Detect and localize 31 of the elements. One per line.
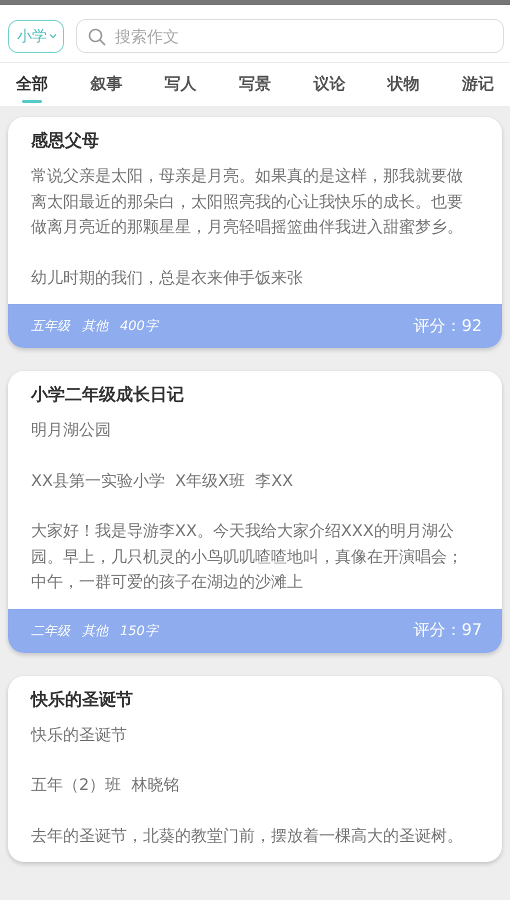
grade-label: 五年级 <box>31 318 70 335</box>
score: 评分：97 <box>414 620 482 641</box>
category-tab[interactable]: 全部 <box>16 63 48 106</box>
essay-title: 快乐的圣诞节 <box>31 688 134 712</box>
essay-excerpt: 去年的圣诞节，北葵的教堂门前，摆放着一棵高大的圣诞树。 <box>31 824 464 846</box>
score: 评分：92 <box>414 316 482 336</box>
essay-excerpt: 常说父亲是太阳，母亲是月亮。如果真的是这样，那我就要做离太阳最近的那朵白，太阳照亮我的心让我快乐的成长。也要做离月亮近的那颗星星，月亮轻唱摇篮曲伴我进入甜蜜梦乡。 <box>31 165 464 238</box>
essay-card[interactable]: 小学二年级成长日记 明月湖公园 XX县第一实验小学 X年级X班 李XX 大家好！我是导游李XX。今天我给大家介绍XXX的明月湖公园。早上，几只机灵的小鸟叽叽喳喳地叫，真像在开演唱会；中午，一群可爱的孩子在湖边的沙滩上 二年级 其他 150字 评分：97 <box>8 371 502 652</box>
essay-title: 小学二年级成长日记 <box>31 384 185 407</box>
caret-icon <box>49 33 57 39</box>
essay-excerpt: 大家好！我是导游李XX。今天我给大家介绍XXX的明月湖公园。早上，几只机灵的小鸟叽叽喳喳地叫，真像在开演唱会；中午，一群可爱的孩子在湖边的沙滩上 <box>31 520 464 593</box>
essay-excerpt: 明月湖公园 <box>31 419 112 441</box>
category-tab[interactable]: 写人 <box>164 63 197 106</box>
essay-card[interactable]: 快乐的圣诞节 快乐的圣诞节 五年（2）班 林晓铭 去年的圣诞节，北葵的教堂门前，摆放着一棵高大的圣诞树。 <box>8 676 502 862</box>
category-tab[interactable]: 状物 <box>388 63 420 106</box>
essay-title: 感恩父母 <box>31 130 100 153</box>
word-count: 150字 <box>120 622 158 640</box>
essay-excerpt: 快乐的圣诞节 <box>31 724 128 746</box>
category-label: 其他 <box>82 318 108 335</box>
word-count: 400字 <box>120 318 158 335</box>
essay-excerpt: 幼儿时期的我们，总是衣来伸手饭来张 <box>31 266 304 288</box>
essay-excerpt: 五年（2）班 林晓铭 <box>31 774 180 796</box>
category-tab[interactable]: 写景 <box>238 63 271 106</box>
essay-card[interactable]: 感恩父母 常说父亲是太阳，母亲是月亮。如果真的是这样，那我就要做离太阳最近的那朵白，太阳照亮我的心让我快乐的成长。也要做离月亮近的那颗星星，月亮轻唱摇篮曲伴我进入甜蜜梦乡。 幼儿时期的我们，总是衣来伸手饭来张 五年级 其他 400字 评分：92 <box>8 117 502 348</box>
category-label: 其他 <box>82 622 108 640</box>
category-tab[interactable]: 议论 <box>313 63 346 106</box>
grade-label: 二年级 <box>31 622 70 640</box>
search-field[interactable]: 搜索作文 <box>76 19 504 53</box>
category-tab[interactable]: 叙事 <box>90 63 122 106</box>
essay-excerpt: XX县第一实验小学 X年级X班 李XX <box>31 470 294 492</box>
category-tab[interactable]: 游记 <box>462 63 494 106</box>
